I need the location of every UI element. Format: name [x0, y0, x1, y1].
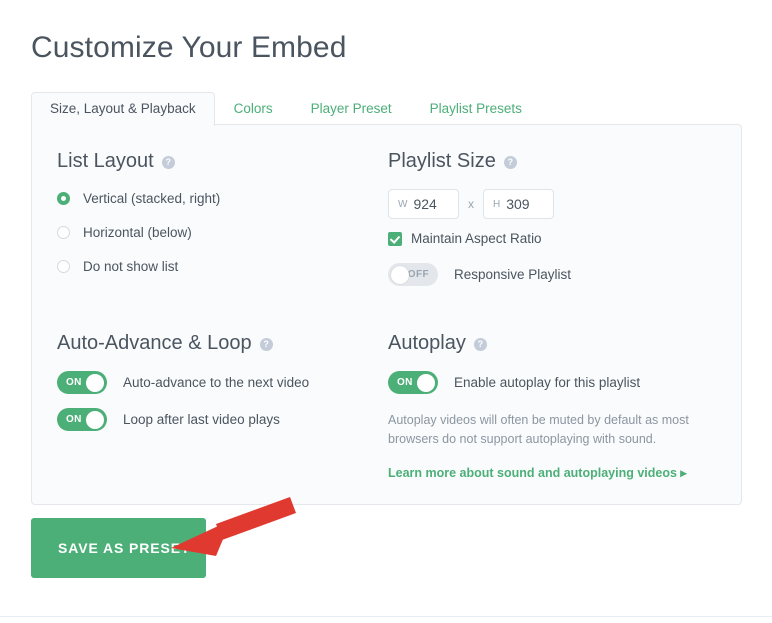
- toggle-row-auto-advance[interactable]: ON Auto-advance to the next video: [57, 371, 357, 394]
- checkbox-row-maintain-aspect-ratio[interactable]: Maintain Aspect Ratio: [388, 231, 718, 246]
- bottom-divider: [0, 616, 772, 617]
- list-layout-heading: List Layout ?: [57, 150, 357, 173]
- width-input[interactable]: [413, 196, 456, 212]
- radio-horizontal-below[interactable]: Horizontal (below): [57, 221, 357, 243]
- playlist-size-heading: Playlist Size ?: [388, 150, 718, 173]
- size-inputs-row: W x H: [388, 189, 718, 219]
- learn-more-link[interactable]: Learn more about sound and autoplaying v…: [388, 465, 718, 480]
- height-field[interactable]: H: [483, 189, 554, 219]
- radio-label: Vertical (stacked, right): [83, 190, 221, 206]
- radio-label: Do not show list: [83, 258, 179, 274]
- autoplay-note: Autoplay videos will often be muted by d…: [388, 413, 689, 446]
- toggle-label: Auto-advance to the next video: [123, 375, 310, 390]
- list-layout-title: List Layout: [57, 150, 154, 172]
- playlist-size-title: Playlist Size: [388, 150, 496, 172]
- checkbox-label: Maintain Aspect Ratio: [411, 231, 542, 246]
- checkbox-maintain-aspect-ratio[interactable]: [388, 231, 402, 246]
- toggle-state-text: OFF: [407, 269, 429, 280]
- tab-player-preset[interactable]: Player Preset: [292, 92, 411, 126]
- auto-advance-title: Auto-Advance & Loop: [57, 332, 252, 354]
- toggle-loop[interactable]: ON: [57, 408, 107, 431]
- toggle-label: Loop after last video plays: [123, 412, 280, 427]
- toggle-knob: [86, 410, 104, 429]
- page-title: Customize Your Embed: [31, 31, 347, 64]
- settings-panel: List Layout ? Vertical (stacked, right) …: [31, 124, 742, 505]
- help-icon[interactable]: ?: [259, 338, 273, 351]
- toggle-auto-advance[interactable]: ON: [57, 371, 107, 394]
- help-icon[interactable]: ?: [473, 338, 487, 351]
- toggle-label: Responsive Playlist: [454, 267, 572, 282]
- section-auto-advance-loop: Auto-Advance & Loop ? ON Auto-advance to…: [57, 332, 357, 431]
- toggle-responsive-playlist[interactable]: OFF: [388, 263, 438, 286]
- radio-indicator[interactable]: [57, 259, 70, 273]
- save-as-preset-button[interactable]: SAVE AS PRESET: [31, 518, 206, 578]
- width-prefix-label: W: [398, 198, 408, 210]
- tab-size-layout-playback[interactable]: Size, Layout & Playback: [31, 92, 215, 126]
- help-icon[interactable]: ?: [161, 156, 175, 169]
- section-playlist-size: Playlist Size ? W x H Maint: [388, 150, 718, 286]
- toggle-row-enable-autoplay[interactable]: ON Enable autoplay for this playlist: [388, 371, 718, 394]
- auto-advance-heading: Auto-Advance & Loop ?: [57, 332, 357, 355]
- toggle-row-loop[interactable]: ON Loop after last video plays: [57, 408, 357, 431]
- section-list-layout: List Layout ? Vertical (stacked, right) …: [57, 150, 357, 277]
- height-input[interactable]: [506, 196, 549, 212]
- toggle-state-text: ON: [66, 377, 82, 388]
- toggle-knob: [417, 373, 435, 392]
- section-autoplay: Autoplay ? ON Enable autoplay for this p…: [388, 332, 718, 480]
- width-field[interactable]: W: [388, 189, 459, 219]
- toggle-row-responsive-playlist[interactable]: OFF Responsive Playlist: [388, 263, 718, 286]
- toggle-knob: [86, 373, 104, 392]
- radio-indicator[interactable]: [57, 225, 70, 239]
- size-separator: x: [468, 197, 474, 211]
- height-prefix-label: H: [493, 198, 501, 210]
- autoplay-heading: Autoplay ?: [388, 332, 718, 355]
- tab-bar: Size, Layout & Playback Colors Player Pr…: [31, 92, 541, 126]
- toggle-state-text: ON: [397, 377, 413, 388]
- toggle-enable-autoplay[interactable]: ON: [388, 371, 438, 394]
- autoplay-title: Autoplay: [388, 332, 466, 354]
- embed-customizer-page: Customize Your Embed Size, Layout & Play…: [0, 0, 772, 623]
- toggle-knob: [391, 265, 409, 284]
- toggle-label: Enable autoplay for this playlist: [454, 375, 641, 390]
- tab-playlist-presets[interactable]: Playlist Presets: [411, 92, 541, 126]
- tab-colors[interactable]: Colors: [215, 92, 292, 126]
- help-icon[interactable]: ?: [503, 156, 517, 169]
- radio-vertical-stacked-right[interactable]: Vertical (stacked, right): [57, 187, 357, 209]
- radio-do-not-show-list[interactable]: Do not show list: [57, 255, 357, 277]
- toggle-state-text: ON: [66, 414, 82, 425]
- radio-indicator[interactable]: [57, 191, 70, 205]
- radio-label: Horizontal (below): [83, 224, 192, 240]
